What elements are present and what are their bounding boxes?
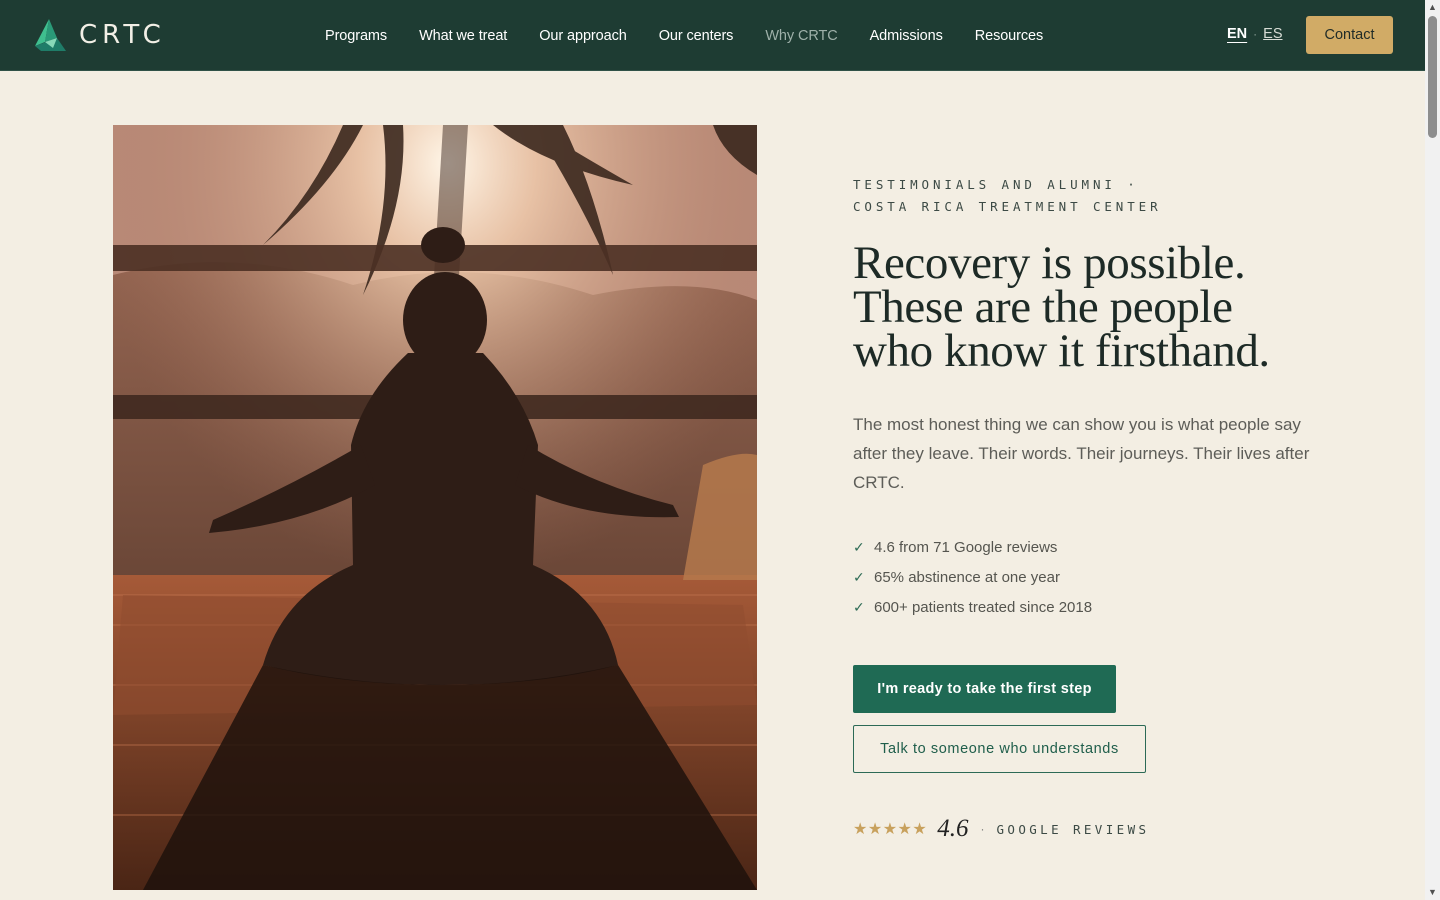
eyebrow-line-1: TESTIMONIALS AND ALUMNI · xyxy=(853,177,1139,192)
nav-item-programs[interactable]: Programs xyxy=(309,28,403,44)
checklist-item-text: 4.6 from 71 Google reviews xyxy=(874,538,1058,556)
headline-line-2: These are the people xyxy=(853,281,1233,333)
site-header: CRTC Programs What we treat Our approach… xyxy=(0,0,1425,71)
hero-headline: Recovery is possible. These are the peop… xyxy=(853,237,1333,377)
check-icon: ✓ xyxy=(853,568,865,585)
checklist-item: ✓ 600+ patients treated since 2018 xyxy=(853,592,1092,622)
eyebrow-line-2: COSTA RICA TREATMENT CENTER xyxy=(853,199,1162,214)
hero-eyebrow: TESTIMONIALS AND ALUMNI · COSTA RICA TRE… xyxy=(853,174,1193,218)
rating-score: 4.6 xyxy=(937,815,969,842)
nav-item-our-approach[interactable]: Our approach xyxy=(523,28,642,44)
nav-item-admissions[interactable]: Admissions xyxy=(854,28,959,44)
scroll-down-icon[interactable]: ▼ xyxy=(1425,885,1440,900)
logo-text: CRTC xyxy=(79,20,166,50)
logo-icon xyxy=(35,19,66,51)
rating-separator: · xyxy=(980,822,985,836)
checklist-item-text: 65% abstinence at one year xyxy=(874,568,1060,586)
meditation-silhouette-photo-icon xyxy=(113,125,757,890)
nav-item-resources[interactable]: Resources xyxy=(959,28,1059,44)
logo-link[interactable]: CRTC xyxy=(31,17,166,53)
page-scrollbar[interactable]: ▲ ▼ xyxy=(1425,0,1440,900)
nav-item-why-crtc[interactable]: Why CRTC xyxy=(749,28,853,44)
contact-button[interactable]: Contact xyxy=(1306,16,1393,54)
nav-item-our-centers[interactable]: Our centers xyxy=(643,28,750,44)
nav-item-what-we-treat[interactable]: What we treat xyxy=(403,28,523,44)
google-rating: ★★★★★ 4.6 · GOOGLE REVIEWS xyxy=(853,812,1149,846)
hero-lead: The most honest thing we can show you is… xyxy=(853,415,1310,492)
checklist-item-text: 600+ patients treated since 2018 xyxy=(874,598,1093,616)
first-step-button[interactable]: I'm ready to take the first step xyxy=(853,665,1116,713)
stats-checklist: ✓ 4.6 from 71 Google reviews ✓ 65% absti… xyxy=(853,532,1092,622)
talk-to-someone-button[interactable]: Talk to someone who understands xyxy=(853,725,1146,773)
language-switcher: EN · ES xyxy=(1227,26,1283,42)
headline-line-3: who know it firsthand. xyxy=(853,325,1270,377)
star-rating-icon: ★★★★★ xyxy=(853,821,928,838)
scroll-up-icon[interactable]: ▲ xyxy=(1425,0,1440,15)
scrollbar-thumb[interactable] xyxy=(1428,16,1437,138)
lang-en-link[interactable]: EN xyxy=(1227,26,1247,42)
checklist-item: ✓ 65% abstinence at one year xyxy=(853,562,1092,592)
lang-es-link[interactable]: ES xyxy=(1263,26,1282,42)
check-icon: ✓ xyxy=(853,538,865,555)
hero-photo xyxy=(113,125,757,890)
check-icon: ✓ xyxy=(853,598,865,615)
lang-separator: · xyxy=(1253,27,1258,41)
headline-line-1: Recovery is possible. xyxy=(853,237,1246,289)
main-nav: Programs What we treat Our approach Our … xyxy=(309,0,1059,71)
rating-label: GOOGLE REVIEWS xyxy=(996,821,1150,837)
checklist-item: ✓ 4.6 from 71 Google reviews xyxy=(853,532,1092,562)
